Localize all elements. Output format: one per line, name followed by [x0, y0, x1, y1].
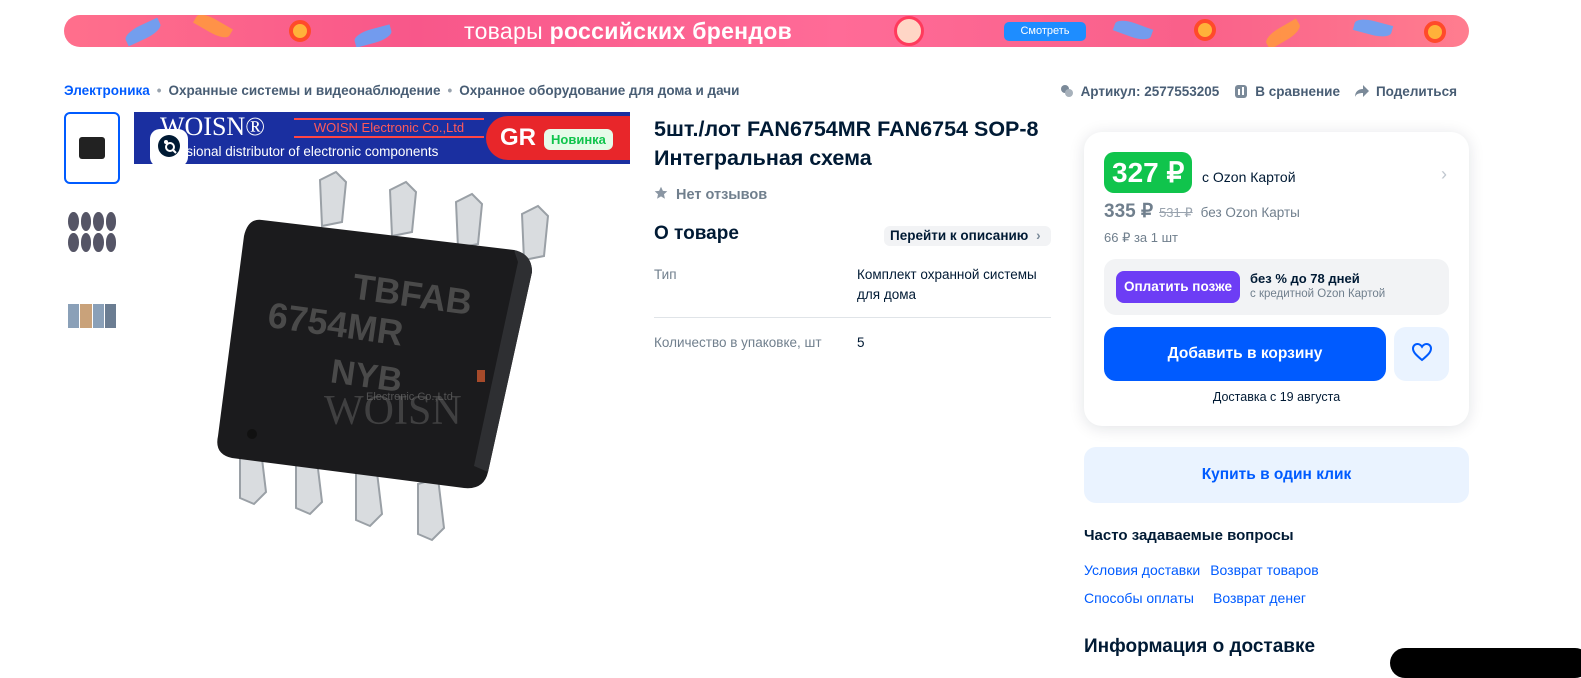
price-per-unit: 66 ₽ за 1 шт	[1104, 230, 1178, 245]
faq-row: Условия доставки Возврат товаров	[1084, 562, 1384, 578]
about-heading: О товаре	[654, 223, 739, 244]
chevron-right-icon: ›	[1036, 228, 1041, 243]
faq-links: Условия доставки Возврат товаров Способы…	[1084, 562, 1384, 618]
price-with-card[interactable]: 327 ₽	[1104, 152, 1193, 193]
faq-link[interactable]: Способы оплаты	[1084, 590, 1203, 606]
faq-row: Способы оплаты Возврат денег	[1084, 590, 1384, 606]
go-to-description-label: Перейти к описанию	[890, 228, 1029, 243]
breadcrumb-item[interactable]: Охранное оборудование для дома и дачи	[459, 83, 739, 98]
price-value: 335 ₽	[1104, 201, 1154, 222]
banner-view-button[interactable]: Смотреть	[1004, 22, 1086, 41]
faq-link[interactable]: Возврат товаров	[1210, 562, 1319, 578]
share-label: Поделиться	[1375, 83, 1457, 99]
watermark-small-text: Electronic Co.,Ltd	[366, 391, 453, 403]
property-key: Количество в упаковке, шт	[654, 335, 822, 350]
leaf-decoration	[1112, 16, 1154, 44]
property-key: Тип	[654, 267, 677, 282]
article-label: Артикул: 2577553205	[1080, 83, 1220, 99]
old-price: 531 ₽	[1159, 205, 1193, 220]
banner-title: товары российских брендов	[464, 18, 793, 44]
breadcrumb: Электроника • Охранные системы и видеонабл…	[64, 83, 739, 98]
pay-later-block: Оплатить позже без % до 78 дней с кредит…	[1104, 259, 1449, 315]
breadcrumb-item[interactable]: Охранные системы и видеонаблюдение	[169, 83, 441, 98]
delivery-info-heading: Информация о доставке	[1084, 636, 1316, 657]
delivery-date: Доставка с 19 августа	[1212, 390, 1341, 404]
property-value: 5	[857, 335, 865, 350]
leaf-decoration	[1352, 16, 1394, 40]
pay-later-subtitle: с кредитной Ozon Картой	[1250, 288, 1386, 300]
photo-strip-thumbnail-icon	[68, 304, 116, 328]
mascot-icon	[894, 16, 924, 46]
leaf-decoration	[193, 15, 233, 42]
flower-decoration	[289, 20, 311, 42]
faq-link[interactable]: Возврат денег	[1213, 590, 1306, 606]
price-with-card-label: с Ozon Картой	[1202, 169, 1296, 185]
add-to-cart-button[interactable]: Добавить в корзину	[1104, 327, 1386, 381]
breadcrumb-item[interactable]: Электроника	[64, 83, 150, 98]
property-row: Тип Комплект охранной системы для дома	[654, 262, 1051, 318]
product-title: 5шт./лот FAN6754MR FAN6754 SOP-8 Интегра…	[654, 117, 1039, 170]
thumbnail-2[interactable]	[64, 196, 120, 268]
product-actions: Артикул: 2577553205 В сравнение Поделить…	[1059, 83, 1457, 99]
pay-later-button[interactable]: Оплатить позже	[1116, 271, 1240, 303]
gallery-thumbnails	[64, 112, 120, 364]
compare-icon	[1233, 83, 1249, 99]
flower-decoration	[1424, 21, 1446, 43]
favorite-button[interactable]	[1394, 327, 1449, 381]
pay-later-title: без % до 78 дней	[1250, 271, 1360, 286]
leaf-decoration	[1263, 18, 1303, 47]
share-icon	[1354, 83, 1370, 99]
product-photo[interactable]: WOISN® WOISN Electronic Co.,Ltd essional…	[134, 112, 630, 564]
chip-illustration: TBFAB 6754MR NYB WOISN Electronic Co.,Lt…	[217, 170, 550, 542]
go-to-description-button[interactable]: Перейти к описанию ›	[884, 226, 1051, 246]
thumbnail-1[interactable]	[64, 112, 120, 184]
leaf-decoration	[122, 17, 164, 47]
share-link[interactable]: Поделиться	[1354, 83, 1457, 99]
promo-banner[interactable]: товары российских брендов Смотреть	[64, 15, 1469, 47]
article-number[interactable]: Артикул: 2577553205	[1059, 83, 1220, 99]
chip-thumbnail-icon	[79, 137, 105, 159]
flower-decoration	[1194, 19, 1216, 41]
star-icon	[654, 186, 668, 204]
copy-icon	[1059, 83, 1075, 99]
thumbnail-3[interactable]	[64, 280, 120, 352]
product-properties: Тип Комплект охранной системы для дома К…	[654, 262, 1051, 377]
compare-label: В сравнение	[1255, 83, 1340, 99]
faq-heading: Часто задаваемые вопросы	[1084, 527, 1294, 544]
property-value: Комплект охранной системы для дома	[857, 267, 1037, 302]
buy-box: 327 ₽ с Ozon Картой › 335 ₽ 531 ₽ без Oz…	[1084, 132, 1469, 426]
buy-one-click-button[interactable]: Купить в один клик	[1084, 447, 1469, 503]
heart-icon	[1411, 342, 1433, 367]
compare-link[interactable]: В сравнение	[1233, 83, 1340, 99]
reviews-link[interactable]: Нет отзывов	[654, 186, 767, 204]
price-without-card-label: без Ozon Карты	[1200, 205, 1300, 220]
breadcrumb-separator: •	[447, 83, 453, 98]
components-grid-thumbnail-icon	[68, 212, 116, 252]
property-row: Количество в упаковке, шт 5	[654, 330, 1051, 365]
reviews-label: Нет отзывов	[676, 187, 768, 203]
price-without-card: 335 ₽ 531 ₽ без Ozon Карты	[1104, 200, 1300, 223]
chevron-right-icon[interactable]: ›	[1441, 164, 1447, 185]
breadcrumb-separator: •	[156, 83, 162, 98]
floating-widget[interactable]	[1390, 648, 1581, 678]
faq-link[interactable]: Условия доставки	[1084, 562, 1200, 578]
leaf-decoration	[352, 24, 394, 47]
